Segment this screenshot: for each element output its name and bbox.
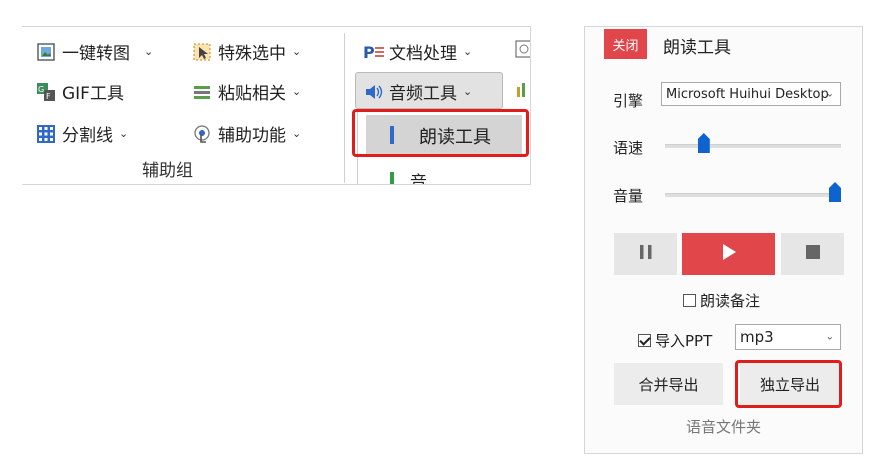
- pause-button[interactable]: [614, 233, 677, 275]
- import-ppt-checkbox-row[interactable]: 导入PPT: [638, 330, 712, 351]
- speed-ticks: [667, 129, 837, 131]
- chart-tool-icon[interactable]: [514, 79, 530, 99]
- chevron-down-icon: ⌄: [292, 45, 302, 58]
- chevron-down-icon: ⌄: [144, 45, 154, 58]
- speed-track[interactable]: [665, 144, 841, 148]
- more-tools-icon[interactable]: [514, 39, 530, 59]
- gif-icon: GF: [36, 82, 56, 102]
- chevron-down-icon: ⌄: [119, 127, 129, 140]
- merge-export-button[interactable]: 合并导出: [614, 363, 723, 405]
- audio-folder-link[interactable]: 语音文件夹: [585, 416, 862, 437]
- audio-tool-button-content[interactable]: 音频工具 ⌄: [363, 79, 472, 104]
- volume-track[interactable]: [665, 193, 841, 197]
- grid-icon: [36, 124, 56, 144]
- group-divider: [344, 33, 345, 183]
- accessibility-button[interactable]: 辅助功能 ⌄: [192, 121, 301, 146]
- engine-label: 引擎: [613, 92, 644, 110]
- svg-text:F: F: [46, 92, 51, 101]
- touch-icon: [192, 124, 212, 144]
- chevron-down-icon: ⌄: [292, 127, 302, 140]
- ribbon-panel: 一键转图 ⌄ 特殊选中 ⌄ P 文档处理 ⌄ GF GIF工具 粘贴相关 ⌄ 音…: [22, 26, 531, 185]
- paste-icon: [192, 82, 212, 102]
- stop-button[interactable]: [781, 233, 844, 275]
- gif-tool-button[interactable]: GF GIF工具: [36, 79, 124, 104]
- svg-text:G: G: [38, 85, 44, 94]
- one-click-convert-button[interactable]: 一键转图 ⌄: [36, 39, 153, 64]
- import-ppt-checkbox[interactable]: [638, 334, 651, 347]
- volume-label: 音量: [613, 187, 644, 205]
- divider-line-button[interactable]: 分割线 ⌄: [36, 121, 128, 146]
- read-notes-checkbox[interactable]: [683, 294, 696, 307]
- chevron-down-icon: ⌄: [463, 85, 473, 98]
- engine-select[interactable]: Microsoft Huihui Desktop ⌄: [661, 82, 841, 106]
- group-label: 辅助组: [142, 161, 193, 181]
- highlight-box-separate-export: [735, 360, 842, 408]
- volume-slider-thumb[interactable]: [829, 182, 841, 202]
- speaker-icon: [363, 82, 383, 102]
- speed-slider-thumb[interactable]: [697, 133, 710, 153]
- format-select[interactable]: mp3 ⌄: [735, 324, 841, 350]
- cursor-select-icon: [192, 42, 212, 62]
- play-icon: [721, 243, 737, 265]
- chevron-down-icon: ⌄: [825, 331, 834, 343]
- highlight-box-read-tool: [352, 109, 529, 157]
- stop-icon: [805, 244, 821, 264]
- image-convert-icon: [36, 42, 56, 62]
- audio-split-icon: [390, 172, 394, 184]
- volume-ticks: [667, 179, 837, 181]
- play-button[interactable]: [682, 233, 775, 275]
- svg-text:P: P: [363, 43, 375, 62]
- chevron-down-icon: ⌄: [292, 85, 302, 98]
- paste-related-button[interactable]: 粘贴相关 ⌄: [192, 79, 301, 104]
- chevron-down-icon: ⌄: [463, 45, 473, 58]
- pause-icon: [638, 244, 654, 264]
- read-notes-checkbox-row[interactable]: 朗读备注: [683, 290, 760, 311]
- document-process-icon: P: [363, 42, 384, 62]
- close-button[interactable]: 关闭: [604, 29, 647, 59]
- document-process-button[interactable]: P 文档处理 ⌄: [363, 39, 473, 65]
- speed-label: 语速: [613, 139, 644, 157]
- panel-title: 朗读工具: [663, 38, 731, 58]
- special-select-button[interactable]: 特殊选中 ⌄: [192, 39, 301, 64]
- chevron-down-icon: ⌄: [825, 88, 834, 100]
